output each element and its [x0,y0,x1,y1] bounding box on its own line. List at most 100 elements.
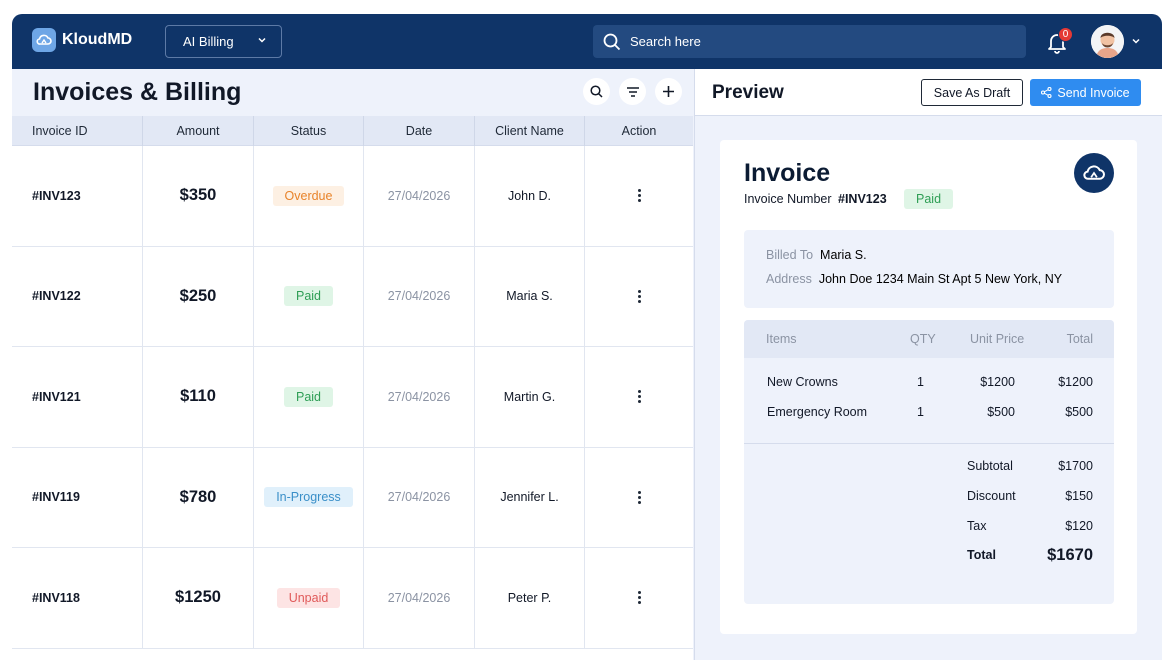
column-header[interactable]: Status [254,116,364,146]
more-actions-icon[interactable] [637,591,641,605]
invoice-amount: $350 [179,186,217,205]
invoice-amount: $780 [179,487,217,506]
client-name: Peter P. [507,590,552,605]
more-actions-icon[interactable] [637,289,641,303]
brand-logo[interactable]: KloudMD [32,28,132,52]
item-name: Emergency Room [767,405,868,419]
workspace-dropdown[interactable]: AI Billing [165,25,282,58]
search-input[interactable] [630,34,1010,49]
column-header[interactable]: Client Name [475,116,585,146]
search-icon [590,85,603,98]
filter-icon [626,86,639,97]
invoice-number-label: Invoice Number [744,192,832,206]
invoice-preview-panel: Preview Save As Draft Send Invoice Invoi… [694,69,1162,660]
total-column-header: Total [1066,332,1093,346]
item-unit-price: $1200 [980,375,1015,389]
chevron-down-icon [258,37,266,43]
column-header[interactable]: Date [364,116,475,146]
plus-icon [663,86,674,97]
invoice-title: Invoice [744,159,831,187]
billing-details: Billed To Maria S. Address John Doe 1234… [744,230,1114,308]
notification-badge: 0 [1058,27,1073,42]
tax-value: $120 [1065,519,1093,533]
save-draft-button[interactable]: Save As Draft [921,79,1023,106]
more-actions-icon[interactable] [637,189,641,203]
status-badge: Paid [283,286,334,307]
send-invoice-button[interactable]: Send Invoice [1030,79,1141,106]
table-header: Invoice ID Amount Status Date Client Nam… [12,116,693,146]
search-icon [603,33,621,50]
invoice-id: #INV118 [32,590,80,605]
preview-title: Preview [712,82,784,103]
column-header[interactable]: Invoice ID [12,116,143,146]
add-invoice-button[interactable] [655,78,682,105]
column-header[interactable]: Action [585,116,693,146]
share-icon [1041,87,1052,98]
unit-price-column-header: Unit Price [970,332,1025,346]
filter-button[interactable] [619,78,646,105]
table-row[interactable]: #INV123 $350 Overdue 27/04/2026 John D. [12,146,693,247]
item-qty: 1 [917,405,924,419]
total-row: Total $1670 [744,546,1114,568]
total-label: Total [967,548,996,562]
item-unit-price: $500 [987,405,1015,419]
invoice-date: 27/04/2026 [387,188,451,203]
table-row[interactable]: #INV122 $250 Paid 27/04/2026 Maria S. [12,246,693,347]
discount-value: $150 [1065,489,1093,503]
column-header[interactable]: Amount [143,116,254,146]
address-label: Address [766,272,812,286]
table-body: #INV123 $350 Overdue 27/04/2026 John D. … [12,146,693,649]
invoice-id: #INV121 [32,389,81,404]
total-value: $1670 [1047,546,1093,564]
status-badge: Paid [904,189,954,209]
items-header: Items QTY Unit Price Total [744,320,1114,358]
list-item: Emergency Room 1 $500 $500 [744,405,1114,425]
cloud-logo-icon [32,28,56,52]
item-total: $500 [1065,405,1093,419]
subtotal-value: $1700 [1058,459,1093,473]
invoice-date: 27/04/2026 [387,590,451,605]
invoice-amount: $1250 [175,588,221,607]
table-row[interactable]: #INV121 $110 Paid 27/04/2026 Martin G. [12,347,693,448]
search-bar[interactable] [593,25,1026,58]
invoice-card: Invoice Invoice Number #INV123 Paid Bill… [720,140,1137,634]
invoice-date: 27/04/2026 [387,289,451,304]
more-actions-icon[interactable] [637,390,641,404]
chevron-down-icon[interactable] [1131,36,1141,46]
brand-name: KloudMD [62,31,133,48]
search-button[interactable] [583,78,610,105]
more-actions-icon[interactable] [637,490,641,504]
item-name: New Crowns [767,375,838,389]
subtotal-label: Subtotal [967,459,1013,473]
discount-row: Discount $150 [744,489,1114,509]
table-row[interactable]: #INV118 $1250 Unpaid 27/04/2026 Peter P. [12,548,693,649]
list-header: Invoices & Billing [12,69,693,116]
status-badge: Paid [283,386,334,407]
status-badge: Unpaid [276,587,341,608]
discount-label: Discount [967,489,1016,503]
table-row[interactable]: #INV119 $780 In-Progress 27/04/2026 Jenn… [12,447,693,548]
invoice-amount: $110 [180,387,216,406]
preview-header: Preview Save As Draft Send Invoice [695,69,1162,116]
address-value: John Doe 1234 Main St Apt 5 New York, NY [818,272,1063,286]
status-badge: In-Progress [264,487,353,508]
tax-row: Tax $120 [744,519,1114,539]
send-invoice-label: Send Invoice [1057,85,1130,100]
billed-to-label: Billed To [766,248,814,262]
tax-label: Tax [967,519,987,533]
user-avatar-icon [1091,25,1124,58]
app-window: KloudMD AI Billing 0 Invoices & Billing [12,14,1162,660]
client-name: Martin G. [503,389,556,404]
qty-column-header: QTY [910,332,936,346]
workspace-label: AI Billing [183,34,234,49]
page-title: Invoices & Billing [33,78,242,106]
invoice-amount: $250 [179,286,217,305]
list-item: New Crowns 1 $1200 $1200 [744,375,1114,395]
invoice-date: 27/04/2026 [387,389,451,404]
invoice-items-table: Items QTY Unit Price Total New Crowns 1 … [744,320,1114,604]
cloud-logo-icon [1074,153,1114,193]
client-name: Maria S. [506,289,553,304]
invoice-date: 27/04/2026 [387,490,451,505]
divider [744,443,1114,444]
avatar[interactable] [1091,25,1124,58]
